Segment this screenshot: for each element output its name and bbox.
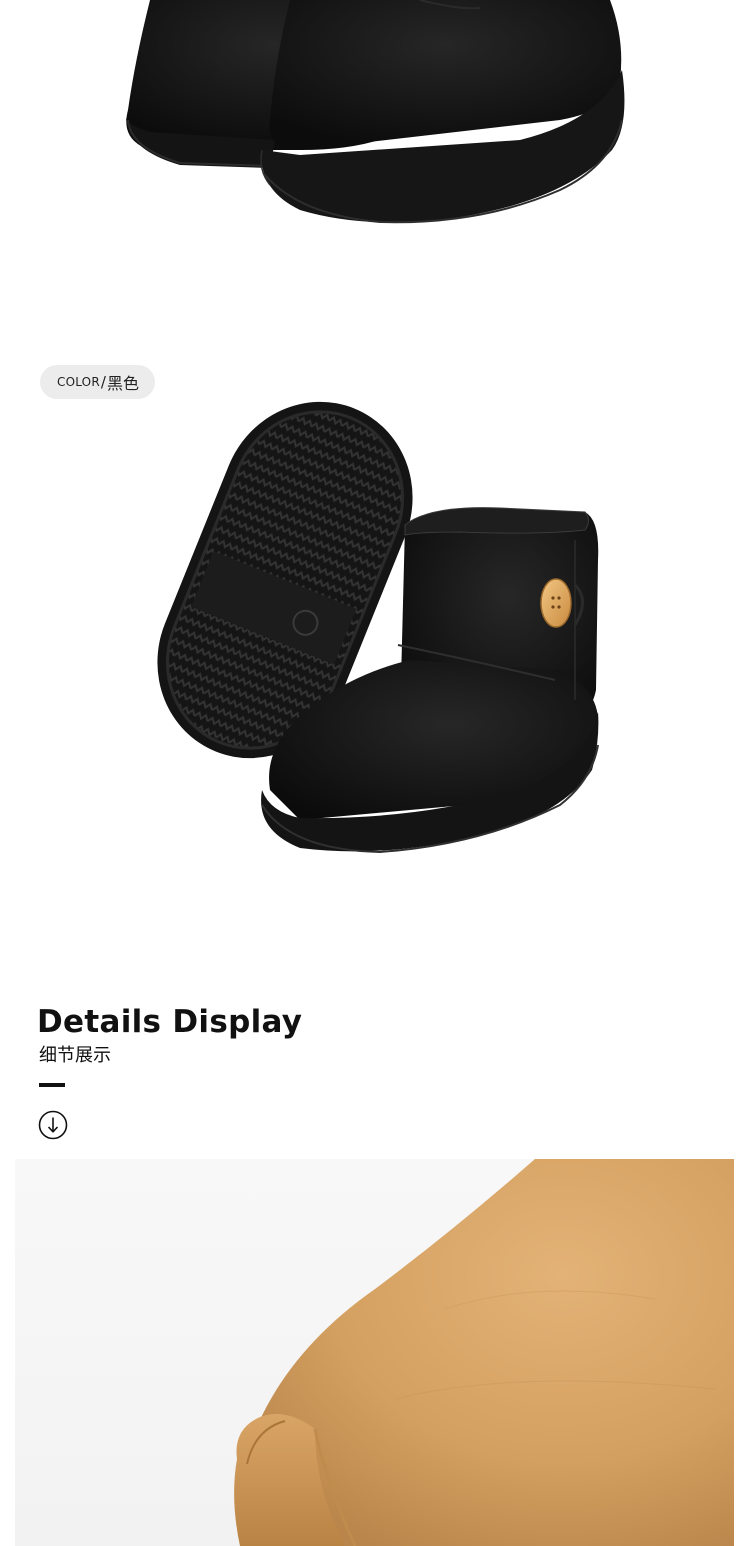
details-subtitle: 细节展示 xyxy=(39,1045,111,1066)
boot-right xyxy=(260,0,625,224)
detail-photo xyxy=(15,1159,734,1546)
product-photo-top xyxy=(0,0,750,260)
arrow-down-circle-icon xyxy=(38,1110,68,1140)
boot-button xyxy=(540,578,572,628)
details-underline xyxy=(39,1083,65,1087)
product-photo-color xyxy=(0,380,750,880)
details-title: Details Display xyxy=(37,1004,303,1040)
